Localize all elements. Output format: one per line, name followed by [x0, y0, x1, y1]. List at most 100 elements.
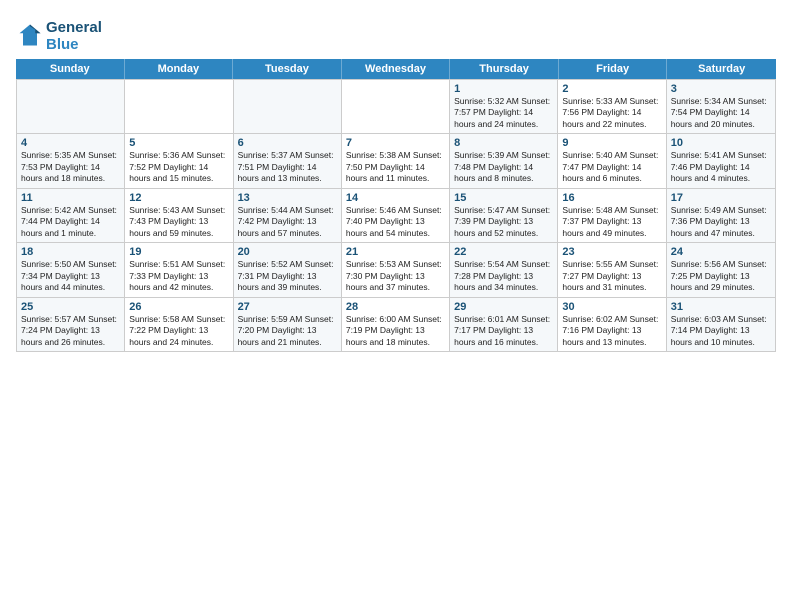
cell-info: Sunrise: 5:33 AM Sunset: 7:56 PM Dayligh… [562, 96, 661, 130]
calendar-cell: 14Sunrise: 5:46 AM Sunset: 7:40 PM Dayli… [342, 189, 450, 242]
cell-info: Sunrise: 5:48 AM Sunset: 7:37 PM Dayligh… [562, 205, 661, 239]
cell-info: Sunrise: 5:54 AM Sunset: 7:28 PM Dayligh… [454, 259, 553, 293]
calendar-cell: 4Sunrise: 5:35 AM Sunset: 7:53 PM Daylig… [17, 134, 125, 187]
day-number: 5 [129, 137, 228, 149]
day-number: 10 [671, 137, 771, 149]
day-number: 17 [671, 192, 771, 204]
cell-info: Sunrise: 5:52 AM Sunset: 7:31 PM Dayligh… [238, 259, 337, 293]
calendar-cell: 11Sunrise: 5:42 AM Sunset: 7:44 PM Dayli… [17, 189, 125, 242]
cell-info: Sunrise: 5:32 AM Sunset: 7:57 PM Dayligh… [454, 96, 553, 130]
cell-info: Sunrise: 5:55 AM Sunset: 7:27 PM Dayligh… [562, 259, 661, 293]
cell-info: Sunrise: 5:47 AM Sunset: 7:39 PM Dayligh… [454, 205, 553, 239]
weekday-header-thursday: Thursday [450, 59, 559, 79]
calendar-cell: 20Sunrise: 5:52 AM Sunset: 7:31 PM Dayli… [234, 243, 342, 296]
day-number: 7 [346, 137, 445, 149]
day-number: 6 [238, 137, 337, 149]
logo-icon [16, 21, 44, 49]
calendar-cell: 3Sunrise: 5:34 AM Sunset: 7:54 PM Daylig… [667, 80, 775, 133]
calendar-cell: 28Sunrise: 6:00 AM Sunset: 7:19 PM Dayli… [342, 298, 450, 351]
day-number: 14 [346, 192, 445, 204]
day-number: 1 [454, 83, 553, 95]
weekday-header-sunday: Sunday [16, 59, 125, 79]
cell-info: Sunrise: 5:35 AM Sunset: 7:53 PM Dayligh… [21, 150, 120, 184]
day-number: 19 [129, 246, 228, 258]
day-number: 16 [562, 192, 661, 204]
calendar-cell: 2Sunrise: 5:33 AM Sunset: 7:56 PM Daylig… [558, 80, 666, 133]
calendar-cell: 30Sunrise: 6:02 AM Sunset: 7:16 PM Dayli… [558, 298, 666, 351]
cell-info: Sunrise: 5:43 AM Sunset: 7:43 PM Dayligh… [129, 205, 228, 239]
calendar-cell [234, 80, 342, 133]
calendar-row-0: 1Sunrise: 5:32 AM Sunset: 7:57 PM Daylig… [17, 80, 775, 134]
cell-info: Sunrise: 5:49 AM Sunset: 7:36 PM Dayligh… [671, 205, 771, 239]
calendar-cell [17, 80, 125, 133]
cell-info: Sunrise: 5:58 AM Sunset: 7:22 PM Dayligh… [129, 314, 228, 348]
calendar-cell: 25Sunrise: 5:57 AM Sunset: 7:24 PM Dayli… [17, 298, 125, 351]
day-number: 4 [21, 137, 120, 149]
calendar-cell: 23Sunrise: 5:55 AM Sunset: 7:27 PM Dayli… [558, 243, 666, 296]
cell-info: Sunrise: 5:57 AM Sunset: 7:24 PM Dayligh… [21, 314, 120, 348]
calendar-row-3: 18Sunrise: 5:50 AM Sunset: 7:34 PM Dayli… [17, 243, 775, 297]
day-number: 22 [454, 246, 553, 258]
calendar-cell: 21Sunrise: 5:53 AM Sunset: 7:30 PM Dayli… [342, 243, 450, 296]
cell-info: Sunrise: 5:40 AM Sunset: 7:47 PM Dayligh… [562, 150, 661, 184]
day-number: 28 [346, 301, 445, 313]
day-number: 8 [454, 137, 553, 149]
day-number: 9 [562, 137, 661, 149]
calendar-cell: 9Sunrise: 5:40 AM Sunset: 7:47 PM Daylig… [558, 134, 666, 187]
cell-info: Sunrise: 5:51 AM Sunset: 7:33 PM Dayligh… [129, 259, 228, 293]
calendar-cell: 5Sunrise: 5:36 AM Sunset: 7:52 PM Daylig… [125, 134, 233, 187]
calendar-body: 1Sunrise: 5:32 AM Sunset: 7:57 PM Daylig… [17, 80, 775, 351]
weekday-header-wednesday: Wednesday [342, 59, 451, 79]
cell-info: Sunrise: 5:36 AM Sunset: 7:52 PM Dayligh… [129, 150, 228, 184]
cell-info: Sunrise: 5:37 AM Sunset: 7:51 PM Dayligh… [238, 150, 337, 184]
calendar-cell: 8Sunrise: 5:39 AM Sunset: 7:48 PM Daylig… [450, 134, 558, 187]
cell-info: Sunrise: 6:03 AM Sunset: 7:14 PM Dayligh… [671, 314, 771, 348]
calendar-cell: 29Sunrise: 6:01 AM Sunset: 7:17 PM Dayli… [450, 298, 558, 351]
calendar-cell: 12Sunrise: 5:43 AM Sunset: 7:43 PM Dayli… [125, 189, 233, 242]
day-number: 21 [346, 246, 445, 258]
cell-info: Sunrise: 5:56 AM Sunset: 7:25 PM Dayligh… [671, 259, 771, 293]
page: General Blue SundayMondayTuesdayWednesda… [0, 0, 792, 612]
day-number: 30 [562, 301, 661, 313]
calendar-cell: 10Sunrise: 5:41 AM Sunset: 7:46 PM Dayli… [667, 134, 775, 187]
calendar-cell: 16Sunrise: 5:48 AM Sunset: 7:37 PM Dayli… [558, 189, 666, 242]
cell-info: Sunrise: 5:41 AM Sunset: 7:46 PM Dayligh… [671, 150, 771, 184]
calendar-cell [342, 80, 450, 133]
calendar-cell: 27Sunrise: 5:59 AM Sunset: 7:20 PM Dayli… [234, 298, 342, 351]
cell-info: Sunrise: 5:59 AM Sunset: 7:20 PM Dayligh… [238, 314, 337, 348]
cell-info: Sunrise: 5:38 AM Sunset: 7:50 PM Dayligh… [346, 150, 445, 184]
logo: General Blue [16, 20, 102, 53]
weekday-header-monday: Monday [125, 59, 234, 79]
day-number: 26 [129, 301, 228, 313]
calendar-cell: 18Sunrise: 5:50 AM Sunset: 7:34 PM Dayli… [17, 243, 125, 296]
calendar-row-4: 25Sunrise: 5:57 AM Sunset: 7:24 PM Dayli… [17, 298, 775, 351]
cell-info: Sunrise: 5:34 AM Sunset: 7:54 PM Dayligh… [671, 96, 771, 130]
cell-info: Sunrise: 5:46 AM Sunset: 7:40 PM Dayligh… [346, 205, 445, 239]
cell-info: Sunrise: 6:01 AM Sunset: 7:17 PM Dayligh… [454, 314, 553, 348]
day-number: 31 [671, 301, 771, 313]
calendar-row-1: 4Sunrise: 5:35 AM Sunset: 7:53 PM Daylig… [17, 134, 775, 188]
day-number: 29 [454, 301, 553, 313]
cell-info: Sunrise: 5:53 AM Sunset: 7:30 PM Dayligh… [346, 259, 445, 293]
cell-info: Sunrise: 5:44 AM Sunset: 7:42 PM Dayligh… [238, 205, 337, 239]
day-number: 3 [671, 83, 771, 95]
day-number: 18 [21, 246, 120, 258]
calendar-row-2: 11Sunrise: 5:42 AM Sunset: 7:44 PM Dayli… [17, 189, 775, 243]
calendar-cell: 15Sunrise: 5:47 AM Sunset: 7:39 PM Dayli… [450, 189, 558, 242]
calendar-header: SundayMondayTuesdayWednesdayThursdayFrid… [16, 59, 776, 79]
day-number: 2 [562, 83, 661, 95]
header: General Blue [16, 16, 776, 53]
day-number: 24 [671, 246, 771, 258]
cell-info: Sunrise: 5:42 AM Sunset: 7:44 PM Dayligh… [21, 205, 120, 239]
day-number: 11 [21, 192, 120, 204]
calendar-cell: 17Sunrise: 5:49 AM Sunset: 7:36 PM Dayli… [667, 189, 775, 242]
calendar-cell: 6Sunrise: 5:37 AM Sunset: 7:51 PM Daylig… [234, 134, 342, 187]
calendar-cell: 26Sunrise: 5:58 AM Sunset: 7:22 PM Dayli… [125, 298, 233, 351]
cell-info: Sunrise: 6:00 AM Sunset: 7:19 PM Dayligh… [346, 314, 445, 348]
calendar-cell: 13Sunrise: 5:44 AM Sunset: 7:42 PM Dayli… [234, 189, 342, 242]
calendar-body-wrapper: 1Sunrise: 5:32 AM Sunset: 7:57 PM Daylig… [16, 79, 776, 352]
day-number: 25 [21, 301, 120, 313]
day-number: 13 [238, 192, 337, 204]
calendar-cell [125, 80, 233, 133]
calendar-cell: 22Sunrise: 5:54 AM Sunset: 7:28 PM Dayli… [450, 243, 558, 296]
